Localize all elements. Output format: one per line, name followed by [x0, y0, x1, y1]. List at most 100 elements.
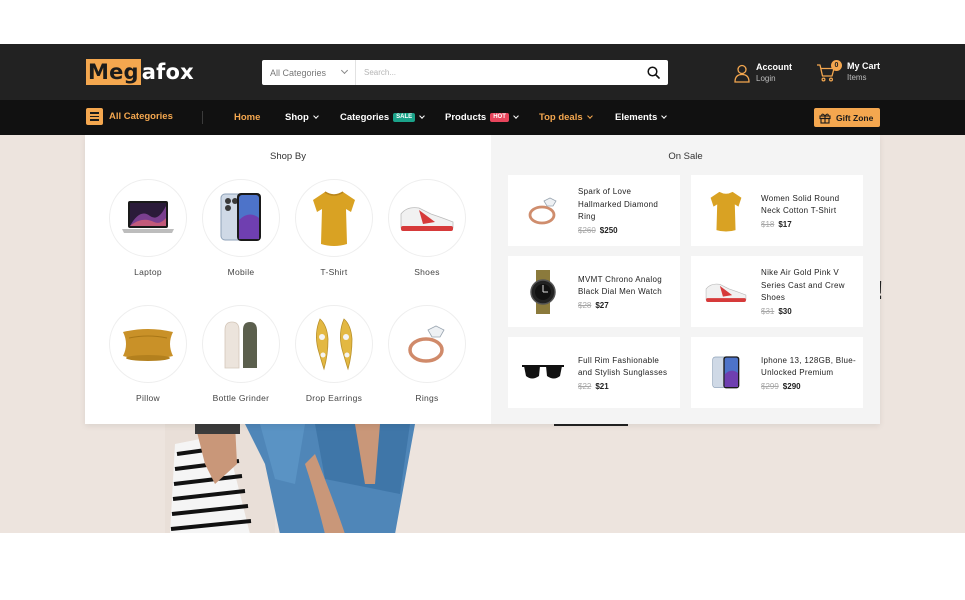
shop-by-title: Shop By	[270, 151, 306, 162]
product-card[interactable]: Women Solid Round Neck Cotton T-Shirt $1…	[691, 175, 863, 246]
nav-divider	[202, 111, 203, 124]
cart-title: My Cart	[847, 61, 881, 71]
product-price: $31 $30	[761, 307, 857, 316]
product-old-price: $22	[578, 381, 592, 391]
product-card[interactable]: Spark of Love Hallmarked Diamond Ring $2…	[508, 175, 680, 246]
product-image	[691, 337, 761, 408]
tshirt-icon	[313, 191, 355, 246]
category-mobile[interactable]: Mobile	[202, 179, 280, 291]
category-laptop[interactable]: Laptop	[109, 179, 187, 291]
gift-icon	[819, 113, 831, 124]
logo-highlight: Meg	[86, 59, 141, 85]
chevron-down-icon	[513, 113, 519, 119]
page: Megafox All Categories Account	[0, 0, 965, 600]
product-card[interactable]: MVMT Chrono Analog Black Dial Men Watch …	[508, 256, 680, 327]
category-image	[109, 305, 187, 383]
product-sale-price: $27	[595, 300, 609, 310]
product-price: $260 $250	[578, 226, 674, 235]
product-old-price: $260	[578, 225, 596, 235]
product-sale-price: $21	[595, 381, 609, 391]
shop-by-categories: Laptop Mobile T-Shirt Shoes Pillow Bottl…	[109, 179, 469, 417]
all-categories-label: All Categories	[109, 111, 173, 122]
watch-icon	[530, 269, 556, 314]
product-sale-price: $17	[778, 219, 792, 229]
sale-badge: SALE	[393, 113, 416, 122]
all-categories-button[interactable]: All Categories	[86, 108, 173, 125]
chevron-down-icon	[312, 113, 319, 119]
product-image	[691, 175, 761, 246]
category-name: Shoes	[414, 267, 440, 277]
sunglasses-icon	[522, 364, 564, 378]
category-pillow[interactable]: Pillow	[109, 305, 187, 417]
laptop-icon	[122, 201, 174, 233]
product-price: $28 $27	[578, 301, 674, 310]
product-card[interactable]: Full Rim Fashionable and Stylish Sunglas…	[508, 337, 680, 408]
category-image	[109, 179, 187, 257]
nav-elements[interactable]: Elements	[615, 112, 668, 123]
bottle-grinder-icon	[224, 321, 257, 369]
logo[interactable]: Meg afox	[86, 59, 194, 85]
category-name: Pillow	[135, 393, 160, 403]
category-image	[388, 179, 466, 257]
earrings-icon	[316, 318, 353, 371]
category-bottle-grinder[interactable]: Bottle Grinder	[202, 305, 280, 417]
account-link[interactable]: Account Login	[734, 62, 792, 84]
cart-link[interactable]: 0 My Cart Items	[816, 60, 881, 83]
search-category-select[interactable]: All Categories	[262, 60, 356, 85]
search-category-label: All Categories	[270, 67, 327, 78]
account-subtitle: Login	[756, 74, 776, 83]
category-image	[202, 305, 280, 383]
category-name: T-Shirt	[320, 267, 348, 277]
product-card[interactable]: Nike Air Gold Pink V Series Cast and Cre…	[691, 256, 863, 327]
shoes-icon	[400, 207, 454, 231]
hamburger-icon	[86, 108, 103, 125]
search-icon	[646, 66, 660, 79]
ring-icon	[408, 325, 445, 363]
product-old-price: $28	[578, 300, 592, 310]
on-sale-title: On Sale	[668, 151, 703, 162]
category-name: Rings	[415, 393, 439, 403]
on-sale-products: Spark of Love Hallmarked Diamond Ring $2…	[508, 175, 863, 408]
cart-subtitle: Items	[847, 73, 867, 82]
nav-top-deals[interactable]: Top deals	[539, 112, 593, 123]
hot-badge: HOT	[490, 113, 509, 122]
gift-zone-button[interactable]: Gift Zone	[814, 108, 880, 127]
search-input[interactable]	[356, 60, 638, 85]
nav-home-label: Home	[234, 112, 261, 123]
category-name: Drop Earrings	[305, 393, 363, 403]
nav-categories[interactable]: Categories SALE	[340, 112, 425, 123]
category-drop-earrings[interactable]: Drop Earrings	[295, 305, 373, 417]
tshirt-icon	[710, 191, 742, 232]
product-card[interactable]: Iphone 13, 128GB, Blue- Unlocked Premium…	[691, 337, 863, 408]
hero-models-image	[165, 424, 415, 533]
nav-shop[interactable]: Shop	[285, 112, 319, 123]
nav-shop-label: Shop	[285, 112, 309, 123]
mega-menu: Shop By Laptop Mobile T-Shirt Shoes Pill…	[85, 135, 880, 424]
product-name: MVMT Chrono Analog Black Dial Men Watch	[578, 274, 662, 297]
product-image	[508, 337, 578, 408]
on-sale-panel: On Sale Spark of Love Hallmarked Diamond…	[491, 135, 880, 424]
product-image	[691, 256, 761, 327]
product-image	[508, 256, 578, 327]
product-old-price: $18	[761, 219, 775, 229]
product-image	[508, 175, 578, 246]
nav-products[interactable]: Products HOT	[445, 112, 519, 123]
product-price: $18 $17	[761, 220, 857, 229]
pillow-icon	[123, 329, 173, 361]
search-button[interactable]	[638, 60, 668, 85]
shop-by-panel: Shop By Laptop Mobile T-Shirt Shoes Pill…	[85, 135, 491, 424]
mobile-icon	[220, 193, 261, 241]
user-icon	[734, 64, 750, 83]
nav-categories-label: Categories	[340, 112, 390, 123]
category-tshirt[interactable]: T-Shirt	[295, 179, 373, 291]
category-rings[interactable]: Rings	[388, 305, 466, 417]
search-bar: All Categories	[262, 60, 668, 85]
chevron-down-icon	[586, 113, 593, 119]
category-image	[388, 305, 466, 383]
nav-products-label: Products	[445, 112, 487, 123]
category-name: Laptop	[134, 267, 162, 277]
product-name: Women Solid Round Neck Cotton T-Shirt	[761, 193, 840, 216]
category-shoes[interactable]: Shoes	[388, 179, 466, 291]
nav-home[interactable]: Home	[234, 112, 260, 123]
nav-top-deals-label: Top deals	[539, 112, 583, 123]
